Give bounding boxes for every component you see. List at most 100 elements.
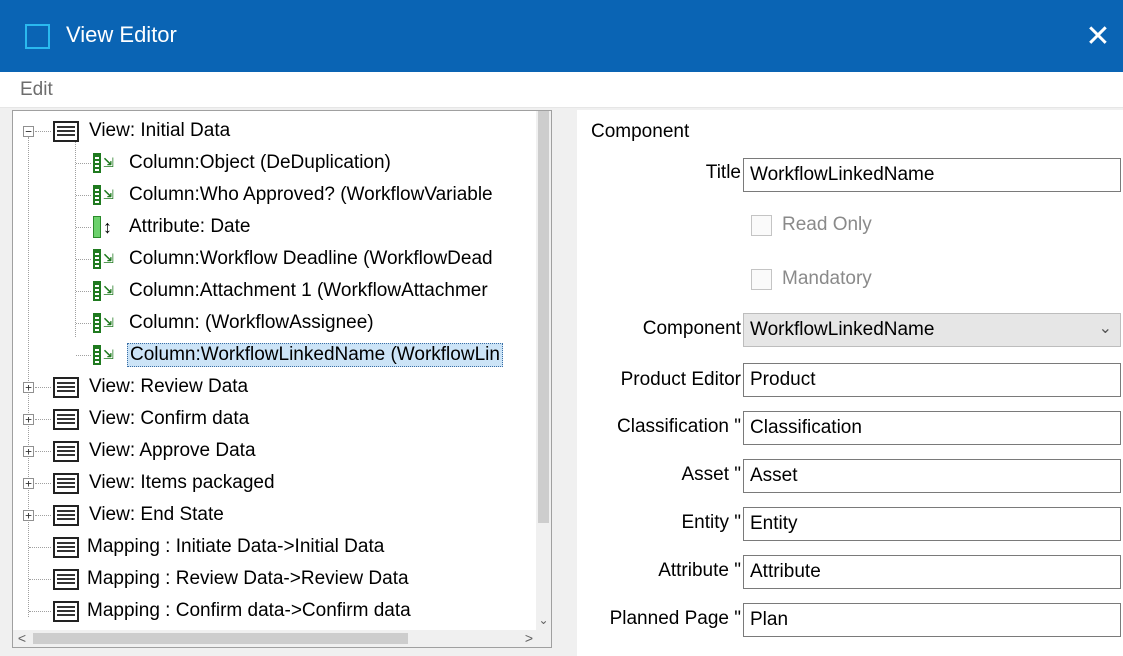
vertical-scrollbar[interactable]: ⌄ [536, 111, 551, 631]
menu-edit[interactable]: Edit [20, 79, 53, 101]
tree-item-label: Column:Attachment 1 (WorkflowAttachmer [129, 280, 488, 301]
scroll-corner [536, 630, 551, 647]
tree-connector [76, 323, 91, 324]
attribute-field[interactable]: Attribute [743, 555, 1121, 589]
tree-item[interactable]: ↕ Attribute: Date [93, 213, 252, 241]
component-label: Component [642, 318, 741, 339]
tree-item[interactable]: ⇲ Column:Attachment 1 (WorkflowAttachmer [93, 277, 490, 305]
tree-item-label: Column:Object (DeDuplication) [129, 152, 391, 173]
tree-item-label: View: Initial Data [89, 120, 231, 141]
product-editor-label: Product Editor [620, 369, 741, 390]
properties-group-title: Component [591, 121, 690, 142]
tree-item[interactable]: View: End State [53, 501, 226, 529]
tree-item[interactable]: ⇲ Column:Who Approved? (WorkflowVariable [93, 181, 495, 209]
tree-connector [35, 131, 51, 132]
tree-item[interactable]: ⇲ Column:Workflow Deadline (WorkflowDead [93, 245, 495, 273]
tree-item[interactable]: View: Confirm data [53, 405, 251, 433]
tree-item[interactable]: ⇲ Column:Object (DeDuplication) [93, 149, 393, 177]
tree-item[interactable]: View: Review Data [53, 373, 250, 401]
tree-connector [76, 227, 91, 228]
app-window-icon [25, 24, 50, 49]
tree-connector [75, 141, 76, 337]
view-icon [53, 376, 79, 398]
tree-item[interactable]: Mapping : Review Data->Review Data [53, 565, 411, 593]
close-button[interactable]: ✕ [1073, 0, 1123, 72]
classification-label: Classification " [617, 416, 741, 437]
attribute-icon: ↕ [93, 216, 119, 238]
component-select-value: WorkflowLinkedName [750, 319, 935, 340]
tree-item-label: Mapping : Review Data->Review Data [87, 568, 409, 589]
tree-item-label: Mapping : Confirm data->Confirm data [87, 600, 411, 621]
expand-icon[interactable]: + [23, 414, 34, 425]
tree-connector [35, 451, 51, 452]
view-icon [53, 504, 79, 526]
mandatory-checkbox[interactable] [751, 268, 772, 290]
tree-item[interactable]: View: Approve Data [53, 437, 258, 465]
attribute-label: Attribute " [658, 560, 741, 581]
tree-connector [35, 419, 51, 420]
tree-connector [29, 547, 51, 548]
tree-connector [76, 195, 91, 196]
view-tree[interactable]: − View: Initial Data ⇲ Column:Object (DeDup… [13, 111, 538, 631]
tree-connector [29, 579, 51, 580]
mandatory-row[interactable]: Mandatory [751, 268, 872, 290]
mapping-icon [53, 536, 79, 558]
window-title: View Editor [66, 22, 177, 47]
scroll-down-icon[interactable]: ⌄ [536, 613, 551, 631]
tree-item[interactable]: ⇲ Column:WorkflowLinkedName (WorkflowLin [93, 341, 503, 369]
tree-item-label: View: End State [89, 504, 224, 525]
column-icon: ⇲ [93, 185, 119, 205]
tree-item[interactable]: View: Initial Data [53, 117, 232, 145]
collapse-icon[interactable]: − [23, 126, 34, 137]
mapping-icon [53, 600, 79, 622]
vertical-scroll-thumb[interactable] [538, 111, 549, 523]
mapping-icon [53, 568, 79, 590]
planned-page-label: Planned Page " [609, 608, 741, 629]
asset-field[interactable]: Asset [743, 459, 1121, 493]
tree-connector [76, 163, 91, 164]
component-select[interactable]: WorkflowLinkedName ⌄ [743, 313, 1121, 347]
entity-field[interactable]: Entity [743, 507, 1121, 541]
title-label: Title [705, 162, 741, 183]
tree-item-label: Column:Workflow Deadline (WorkflowDead [129, 248, 493, 269]
column-icon: ⇲ [93, 249, 119, 269]
view-tree-panel: − View: Initial Data ⇲ Column:Object (DeDup… [12, 110, 552, 648]
view-icon [53, 472, 79, 494]
tree-item-label: Column: (WorkflowAssignee) [129, 312, 374, 333]
title-field[interactable]: WorkflowLinkedName [743, 158, 1121, 192]
tree-item-label: View: Confirm data [89, 408, 250, 429]
mandatory-label: Mandatory [782, 268, 872, 289]
classification-field[interactable]: Classification [743, 411, 1121, 445]
tree-item-label: View: Approve Data [89, 440, 256, 461]
read-only-checkbox[interactable] [751, 214, 772, 236]
view-icon [53, 440, 79, 462]
tree-item[interactable]: ⇲ Column: (WorkflowAssignee) [93, 309, 376, 337]
product-editor-field[interactable]: Product [743, 363, 1121, 397]
properties-panel: Component Title WorkflowLinkedName Read … [577, 110, 1123, 656]
scroll-left-icon[interactable]: < [13, 630, 31, 647]
tree-item[interactable]: Mapping : Confirm data->Confirm data [53, 597, 413, 625]
read-only-row[interactable]: Read Only [751, 214, 872, 236]
entity-label: Entity " [681, 512, 741, 533]
column-icon: ⇲ [93, 313, 119, 333]
asset-label: Asset " [681, 464, 741, 485]
tree-item-label: Attribute: Date [129, 216, 251, 237]
horizontal-scroll-thumb[interactable] [33, 633, 408, 644]
expand-icon[interactable]: + [23, 510, 34, 521]
expand-icon[interactable]: + [23, 446, 34, 457]
tree-item[interactable]: Mapping : Initiate Data->Initial Data [53, 533, 386, 561]
read-only-label: Read Only [782, 214, 872, 235]
horizontal-scrollbar[interactable]: < > [13, 630, 538, 647]
tree-connector [28, 137, 29, 617]
tree-item[interactable]: View: Items packaged [53, 469, 277, 497]
expand-icon[interactable]: + [23, 382, 34, 393]
expand-icon[interactable]: + [23, 478, 34, 489]
tree-connector [76, 259, 91, 260]
tree-item-label: View: Review Data [89, 376, 249, 397]
tree-connector [29, 611, 51, 612]
tree-item-label: Mapping : Initiate Data->Initial Data [87, 536, 385, 557]
planned-page-field[interactable]: Plan [743, 603, 1121, 637]
tree-item-label: Column:Who Approved? (WorkflowVariable [129, 184, 493, 205]
tree-item-label: View: Items packaged [89, 472, 275, 493]
chevron-down-icon: ⌄ [1098, 320, 1112, 337]
